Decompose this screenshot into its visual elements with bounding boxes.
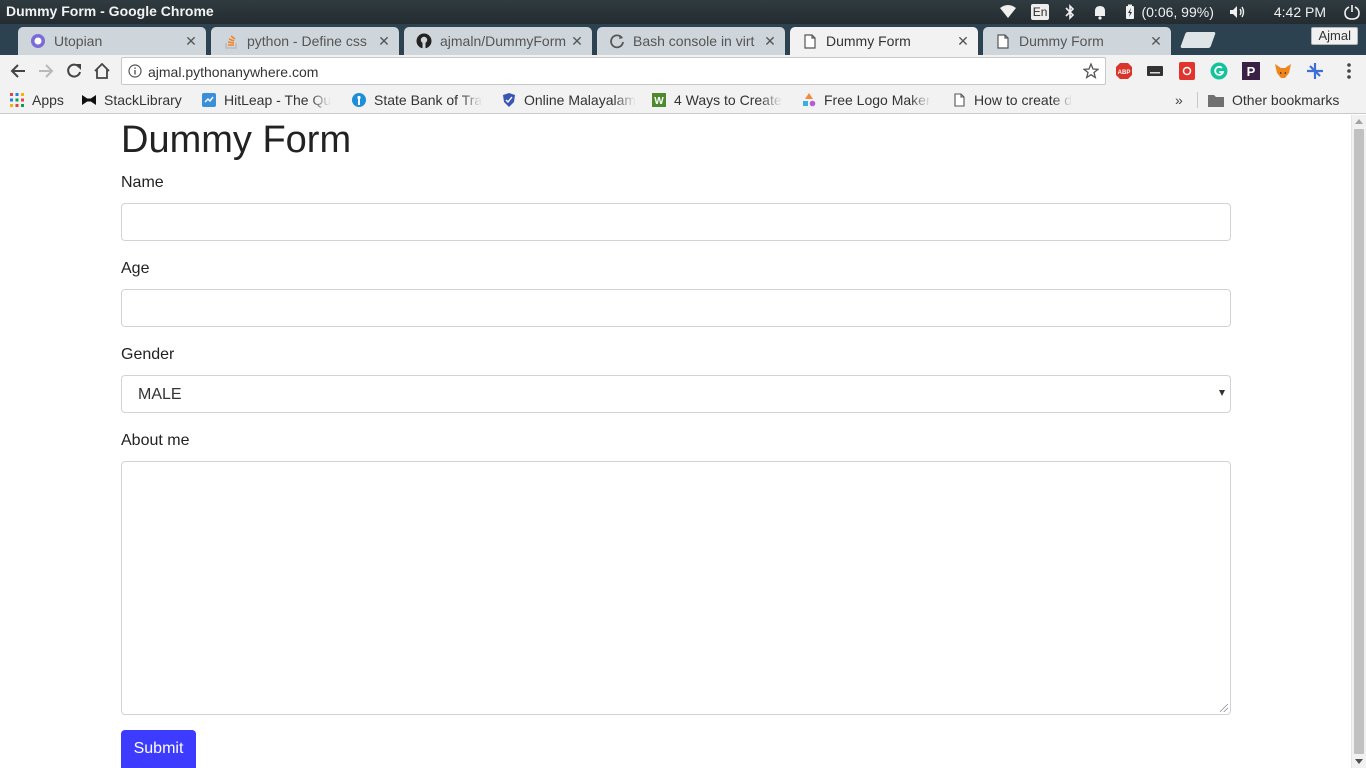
clock[interactable]: 4:42 PM (1274, 0, 1326, 24)
bookmarks-bar: Apps StackLibrary HitLeap - The Qu State… (0, 87, 1366, 114)
tab-strip: Utopian ✕ python - Define css ✕ ajmaln/D… (0, 24, 1366, 55)
home-icon[interactable] (91, 60, 113, 82)
wifi-icon[interactable] (999, 0, 1017, 24)
vertical-scrollbar[interactable] (1351, 115, 1366, 768)
plane-extension-icon[interactable] (1306, 62, 1324, 80)
hitleap-icon (202, 93, 216, 107)
about-me-label: About me (121, 432, 190, 449)
scroll-up-arrow-icon[interactable] (1355, 119, 1363, 124)
page-icon (995, 33, 1011, 49)
page-viewport: Dummy Form Name Age Gender MALE About me… (0, 115, 1350, 768)
bookmark-star-icon[interactable] (1082, 62, 1100, 79)
page-title: Dummy Form (121, 119, 352, 161)
metamask-fox-icon[interactable] (1274, 62, 1292, 80)
about-me-textarea[interactable] (121, 461, 1231, 715)
tab-title: Dummy Form (1019, 33, 1104, 49)
other-bookmarks[interactable]: Other bookmarks (1208, 91, 1358, 109)
bookmark-stacklibrary[interactable]: StackLibrary (82, 91, 192, 109)
tab-python-define-css[interactable]: python - Define css ✕ (211, 27, 399, 55)
bookmark-free-logo-maker[interactable]: Free Logo Maker (802, 91, 940, 109)
profile-button[interactable]: Ajmal (1311, 27, 1358, 45)
bookmarks-separator (1197, 92, 1198, 108)
svg-text:W: W (654, 96, 664, 107)
close-tab-icon[interactable]: ✕ (570, 33, 584, 49)
keyboard-extension-icon[interactable] (1146, 62, 1164, 80)
logo-maker-icon (802, 93, 816, 107)
tab-dummy-form[interactable]: Dummy Form ✕ (983, 27, 1171, 55)
utopian-icon (30, 33, 46, 49)
bookmarks-overflow-chevron[interactable]: » (1175, 92, 1183, 108)
gender-select[interactable]: MALE (121, 375, 1231, 413)
system-tray: En (0:06, 99%) 4:42 PM (999, 0, 1360, 24)
bookmark-state-bank[interactable]: State Bank of Tra (352, 91, 490, 109)
browser-toolbar: ajmal.pythonanywhere.com ABP P (0, 55, 1366, 87)
folder-icon (1208, 93, 1224, 107)
tab-github-dummyform[interactable]: ajmaln/DummyForm ✕ (404, 27, 592, 55)
scroll-down-arrow-icon[interactable] (1355, 759, 1363, 764)
svg-text:P: P (1247, 64, 1256, 79)
svg-text:ABP: ABP (1118, 70, 1131, 76)
shield-icon (502, 93, 516, 107)
chrome-menu-icon[interactable] (1340, 62, 1358, 80)
url-text: ajmal.pythonanywhere.com (148, 64, 319, 80)
submit-button[interactable]: Submit (121, 730, 196, 768)
tab-title: Bash console in virt (633, 33, 755, 49)
bookmark-apps[interactable]: Apps (10, 91, 72, 109)
github-icon (416, 33, 432, 49)
gender-label: Gender (121, 346, 175, 363)
scrollbar-thumb[interactable] (1354, 129, 1364, 754)
grammarly-icon[interactable] (1210, 62, 1228, 80)
reload-icon[interactable] (63, 60, 85, 82)
info-icon[interactable] (128, 64, 142, 78)
window-title: Dummy Form - Google Chrome (6, 3, 214, 19)
bluetooth-icon[interactable] (1063, 0, 1077, 24)
close-tab-icon[interactable]: ✕ (763, 33, 777, 49)
system-top-panel: Dummy Form - Google Chrome En (0:06, 99%… (0, 0, 1366, 24)
new-tab-button[interactable] (1180, 32, 1216, 48)
tab-title: Dummy Form (826, 33, 911, 49)
bookmark-how-to-create[interactable]: How to create d (952, 91, 1090, 109)
gender-selected-value: MALE (138, 386, 182, 403)
volume-icon[interactable] (1228, 0, 1248, 24)
tab-bash-console[interactable]: Bash console in virt ✕ (597, 27, 785, 55)
dropdown-caret-icon (1219, 390, 1225, 396)
pushbullet-p-icon[interactable]: P (1242, 62, 1260, 80)
resize-grip-icon[interactable] (1220, 704, 1228, 712)
tab-utopian[interactable]: Utopian ✕ (18, 27, 206, 55)
battery-status[interactable]: (0:06, 99%) (1137, 0, 1213, 24)
tab-title: ajmaln/DummyForm (440, 33, 566, 49)
power-icon[interactable] (1344, 0, 1360, 24)
page-icon (952, 93, 966, 107)
notification-bell-icon[interactable] (1091, 0, 1109, 24)
name-label: Name (121, 174, 164, 191)
bookmark-hitleap[interactable]: HitLeap - The Qu (202, 91, 340, 109)
close-tab-icon[interactable]: ✕ (956, 33, 970, 49)
name-input[interactable] (121, 203, 1231, 241)
adblock-plus-icon[interactable]: ABP (1115, 62, 1133, 80)
close-tab-icon[interactable]: ✕ (184, 33, 198, 49)
wikihow-icon: W (652, 93, 666, 107)
bookmark-4-ways[interactable]: W 4 Ways to Create (652, 91, 790, 109)
back-arrow-icon[interactable] (7, 60, 29, 82)
page-icon (802, 33, 818, 49)
close-tab-icon[interactable]: ✕ (1149, 33, 1163, 49)
forward-arrow-icon[interactable] (35, 60, 57, 82)
battery-icon[interactable] (1123, 0, 1137, 24)
age-label: Age (121, 260, 150, 277)
stackoverflow-icon (223, 33, 239, 49)
sbt-icon (352, 93, 366, 107)
loading-icon (609, 33, 625, 49)
tab-title: python - Define css (247, 33, 367, 49)
address-bar[interactable]: ajmal.pythonanywhere.com (121, 57, 1106, 85)
tab-dummy-form-active[interactable]: Dummy Form ✕ (790, 27, 978, 55)
apps-grid-icon (10, 93, 24, 107)
age-input[interactable] (121, 289, 1231, 327)
tab-title: Utopian (54, 33, 103, 49)
bow-icon (82, 93, 96, 107)
pdf-extension-icon[interactable] (1178, 62, 1196, 80)
close-tab-icon[interactable]: ✕ (377, 33, 391, 49)
keyboard-layout-indicator[interactable]: En (1030, 0, 1050, 24)
bookmark-online-malayalam[interactable]: Online Malayalam (502, 91, 640, 109)
